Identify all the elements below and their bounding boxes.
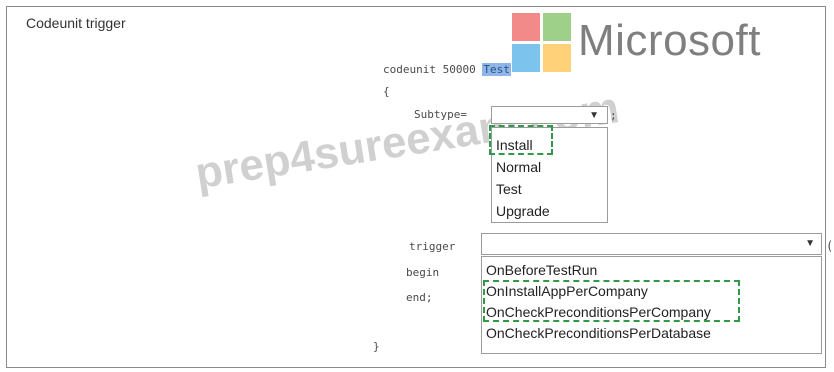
panel-title: Codeunit trigger [26, 15, 126, 31]
trigger-label: trigger [409, 240, 456, 253]
subtype-select[interactable]: ▼ [491, 106, 608, 124]
answer-marker-trigger [483, 280, 740, 322]
subtype-semicolon: ; [610, 109, 617, 122]
subtype-option-test[interactable]: Test [492, 178, 607, 200]
trigger-option-onbeforetestrun[interactable]: OnBeforeTestRun [482, 260, 821, 281]
answer-marker-subtype [489, 125, 553, 155]
trigger-select[interactable]: ▼ [481, 233, 822, 255]
subtype-option-upgrade[interactable]: Upgrade [492, 200, 607, 222]
microsoft-wordmark: Microsoft [578, 16, 761, 65]
subtype-label: Subtype= [414, 108, 467, 121]
trigger-open-paren: ( [826, 239, 834, 253]
chevron-down-icon[interactable]: ▼ [805, 238, 815, 249]
open-brace: { [383, 85, 390, 98]
microsoft-logo-icon [512, 13, 572, 73]
subtype-option-normal[interactable]: Normal [492, 156, 607, 178]
codeunit-name: Test [482, 63, 511, 76]
trigger-option-oncheckpreconditionsperdatabase[interactable]: OnCheckPreconditionsPerDatabase [482, 323, 821, 344]
close-brace: } [373, 340, 380, 353]
end-keyword: end; [406, 291, 433, 304]
codeunit-header: codeunit 50000 Test [383, 63, 511, 76]
codeunit-prefix: codeunit 50000 [383, 63, 483, 76]
chevron-down-icon[interactable]: ▼ [589, 110, 599, 121]
begin-keyword: begin [406, 266, 440, 279]
